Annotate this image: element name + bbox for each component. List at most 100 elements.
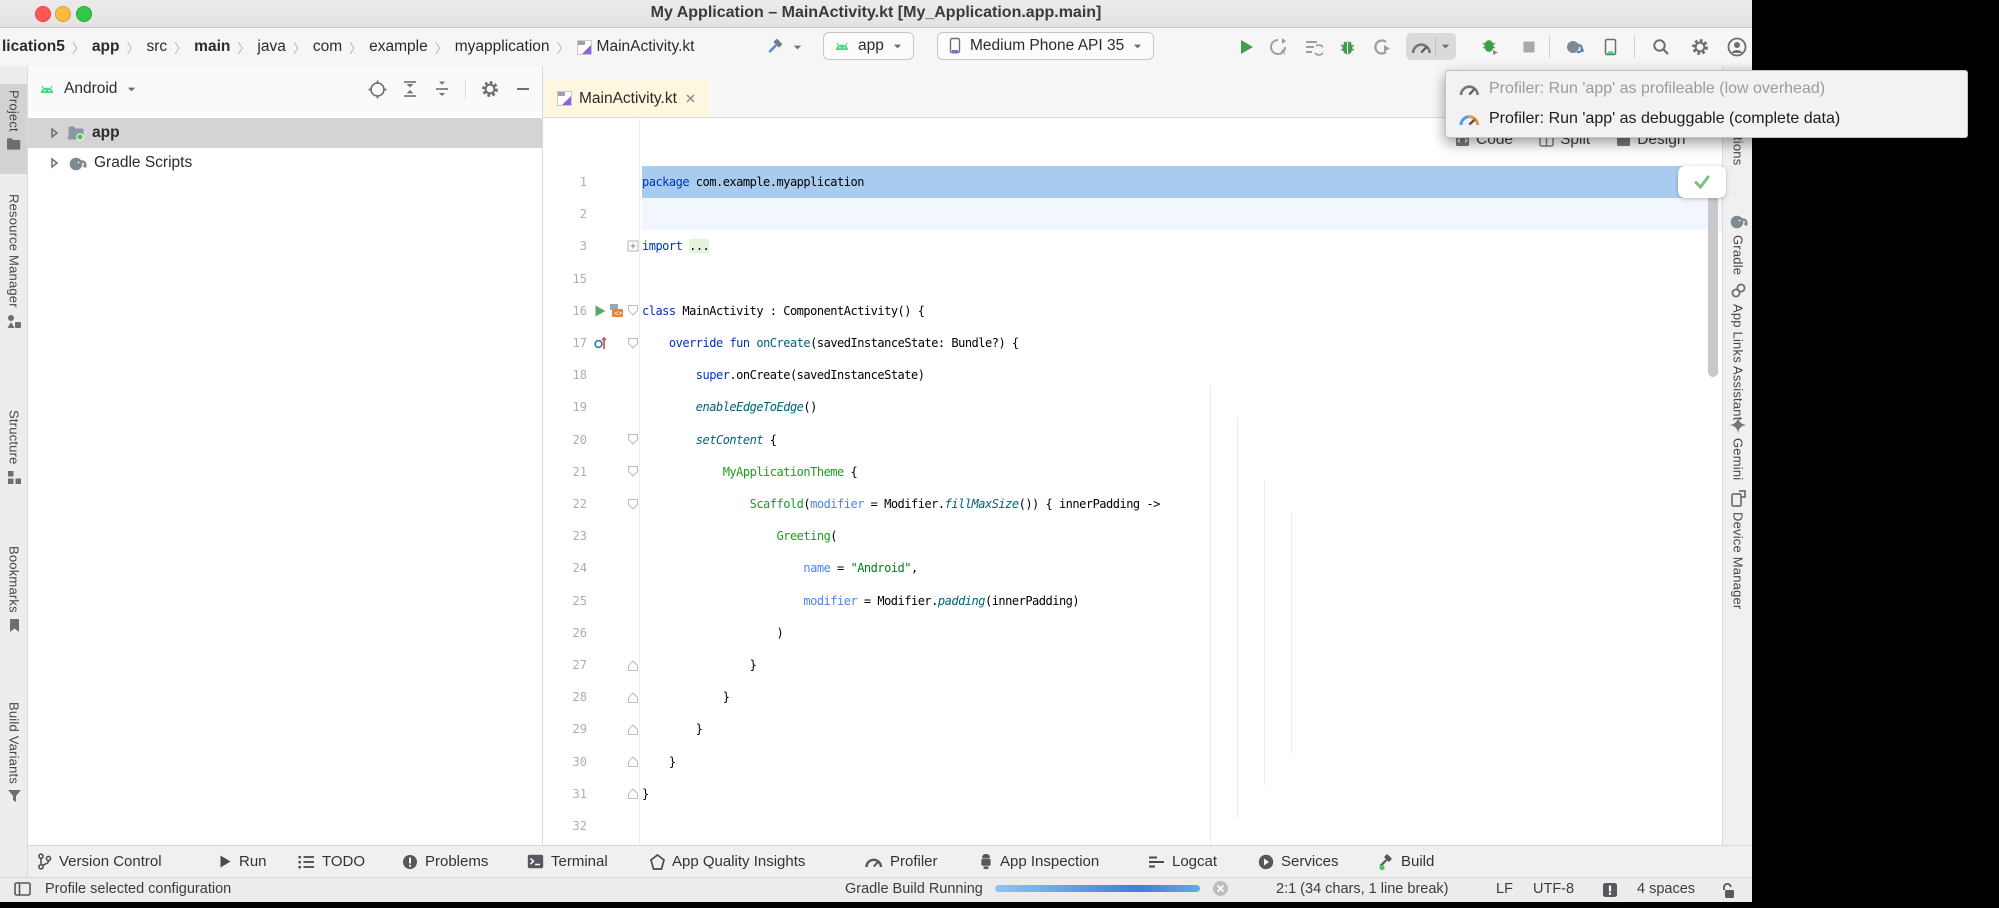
tool-window-button-app-inspection[interactable]: App Inspection bbox=[979, 846, 1099, 877]
fold-up-icon[interactable] bbox=[627, 659, 639, 672]
profiler-menu-item-0[interactable]: Profiler: Run 'app' as profileable (low … bbox=[1446, 74, 1967, 104]
breadcrumb-item[interactable]: app bbox=[92, 38, 120, 56]
indent-widget[interactable]: 4 spaces bbox=[1637, 881, 1695, 897]
run-with-coverage-icon[interactable] bbox=[1370, 35, 1394, 59]
profiler-chevron-down-icon[interactable] bbox=[1439, 40, 1452, 53]
fold-down-icon[interactable] bbox=[627, 465, 639, 478]
line-separator-widget[interactable]: LF bbox=[1496, 881, 1513, 897]
chevron-right-icon[interactable] bbox=[48, 157, 60, 169]
cancel-build-icon[interactable] bbox=[1212, 880, 1229, 897]
code-editor[interactable]: 1 package com.example.myapplication 2 3 … bbox=[543, 117, 1722, 845]
fold-down-icon[interactable] bbox=[627, 304, 639, 317]
breadcrumb-item[interactable]: example bbox=[369, 38, 428, 56]
code-line-3[interactable]: 3 import ... bbox=[543, 230, 1722, 262]
tool-window-button-todo[interactable]: TODO bbox=[298, 846, 365, 877]
device-select[interactable]: Medium Phone API 35 bbox=[937, 32, 1154, 60]
fold-up-icon[interactable] bbox=[627, 755, 639, 768]
account-icon[interactable] bbox=[1725, 35, 1749, 59]
code-line-23[interactable]: 23 Greeting( bbox=[543, 520, 1722, 552]
override-gutter-icon[interactable] bbox=[593, 335, 607, 351]
apply-code-changes-icon[interactable] bbox=[1301, 35, 1325, 59]
fold-plus-icon[interactable] bbox=[627, 240, 639, 252]
code-line-18[interactable]: 18 super.onCreate(savedInstanceState) bbox=[543, 359, 1722, 391]
breadcrumb-item[interactable]: src bbox=[146, 38, 167, 56]
gradle-sync-icon[interactable] bbox=[1562, 35, 1586, 59]
sidebar-item-gemini[interactable]: Gemini bbox=[1724, 417, 1752, 480]
sidebar-item-gradle[interactable]: Gradle bbox=[1724, 213, 1752, 275]
tool-window-button-terminal[interactable]: Terminal bbox=[527, 846, 608, 877]
code-line-25[interactable]: 25 modifier = Modifier.padding(innerPadd… bbox=[543, 585, 1722, 617]
fold-down-icon[interactable] bbox=[627, 433, 639, 446]
code-line-19[interactable]: 19 enableEdgeToEdge() bbox=[543, 391, 1722, 423]
close-tab-icon[interactable] bbox=[684, 92, 697, 105]
encoding-widget[interactable]: UTF-8 bbox=[1533, 881, 1574, 897]
code-line-2[interactable]: 2 bbox=[543, 198, 1722, 230]
breadcrumb-item[interactable]: com bbox=[313, 38, 342, 56]
hide-panel-icon[interactable] bbox=[514, 80, 532, 98]
panel-settings-icon[interactable] bbox=[480, 79, 500, 99]
tool-window-button-build[interactable]: Build bbox=[1376, 846, 1434, 877]
code-line-29[interactable]: 29 } bbox=[543, 713, 1722, 745]
fold-up-icon[interactable] bbox=[627, 787, 639, 800]
code-line-24[interactable]: 24 name = "Android", bbox=[543, 552, 1722, 584]
sidebar-item-build-variants[interactable]: Build Variants bbox=[0, 702, 28, 803]
debug-button[interactable] bbox=[1335, 35, 1359, 59]
fold-down-icon[interactable] bbox=[627, 498, 639, 511]
locate-file-icon[interactable] bbox=[368, 80, 387, 99]
attach-debugger-icon[interactable] bbox=[1478, 35, 1502, 59]
inspections-status-widget[interactable] bbox=[1678, 166, 1726, 198]
sidebar-item-bookmarks[interactable]: Bookmarks bbox=[0, 546, 28, 633]
stop-button[interactable] bbox=[1517, 35, 1541, 59]
build-chevron-down-icon[interactable] bbox=[790, 35, 804, 59]
breadcrumb-item[interactable]: main bbox=[194, 38, 230, 56]
tab-mainactivity[interactable]: MainActivity.kt bbox=[545, 80, 709, 117]
tree-item-gradle-scripts[interactable]: Gradle Scripts bbox=[28, 148, 542, 178]
profiler-button[interactable] bbox=[1406, 33, 1456, 60]
fold-down-icon[interactable] bbox=[627, 337, 639, 350]
code-line-21[interactable]: 21 MyApplicationTheme { bbox=[543, 456, 1722, 488]
run-button[interactable] bbox=[1234, 35, 1258, 59]
save-status-icon[interactable] bbox=[1602, 882, 1618, 898]
code-line-26[interactable]: 26 ) bbox=[543, 617, 1722, 649]
caret-position-widget[interactable]: 2:1 (34 chars, 1 line break) bbox=[1276, 881, 1448, 897]
tool-window-button-services[interactable]: Services bbox=[1258, 846, 1339, 877]
fold-up-icon[interactable] bbox=[627, 723, 639, 736]
build-hammer-icon[interactable] bbox=[762, 35, 786, 59]
run-configuration-select[interactable]: app bbox=[823, 32, 914, 60]
settings-icon[interactable] bbox=[1688, 35, 1712, 59]
layout-widget-icon[interactable] bbox=[14, 882, 31, 896]
tool-window-button-problems[interactable]: Problems bbox=[402, 846, 488, 877]
tool-window-button-run[interactable]: Run bbox=[218, 846, 267, 877]
code-line-22[interactable]: 22 Scaffold(modifier = Modifier.fillMaxS… bbox=[543, 488, 1722, 520]
apply-changes-restart-icon[interactable]: A bbox=[1266, 35, 1290, 59]
sidebar-item-project[interactable]: Project bbox=[0, 90, 28, 151]
tool-window-button-profiler[interactable]: Profiler bbox=[864, 846, 938, 877]
chevron-down-icon[interactable] bbox=[125, 83, 138, 96]
fold-up-icon[interactable] bbox=[627, 691, 639, 704]
profiler-menu-item-1[interactable]: Profiler: Run 'app' as debuggable (compl… bbox=[1446, 104, 1967, 134]
code-line-15[interactable]: 15 bbox=[543, 263, 1722, 295]
unlocked-icon[interactable] bbox=[1720, 882, 1736, 899]
code-line-17[interactable]: 17 override fun onCreate(savedInstanceSt… bbox=[543, 327, 1722, 359]
tool-window-button-app-quality-insights[interactable]: App Quality Insights bbox=[650, 846, 805, 877]
expand-all-icon[interactable] bbox=[401, 80, 419, 98]
breadcrumb-item[interactable]: lication5 bbox=[2, 38, 65, 56]
tree-item-app[interactable]: app bbox=[28, 118, 542, 148]
sidebar-item-app-links-assistant[interactable]: App Links Assistant bbox=[1724, 282, 1752, 421]
breadcrumb-item[interactable]: myapplication bbox=[455, 38, 550, 56]
code-line-32[interactable]: 32 bbox=[543, 810, 1722, 842]
collapse-all-icon[interactable] bbox=[433, 80, 451, 98]
code-line-20[interactable]: 20 setContent { bbox=[543, 424, 1722, 456]
code-line-27[interactable]: 27 } bbox=[543, 649, 1722, 681]
tool-window-button-version-control[interactable]: Version Control bbox=[37, 846, 162, 877]
code-line-1[interactable]: 1 package com.example.myapplication bbox=[543, 166, 1722, 198]
code-line-30[interactable]: 30 } bbox=[543, 746, 1722, 778]
sidebar-item-structure[interactable]: Structure bbox=[0, 410, 28, 485]
code-line-16[interactable]: 16 <> class MainActivity : ComponentActi… bbox=[543, 295, 1722, 327]
sidebar-item-device-manager[interactable]: Device Manager bbox=[1724, 490, 1752, 609]
code-line-31[interactable]: 31 } bbox=[543, 778, 1722, 810]
chevron-right-icon[interactable] bbox=[48, 127, 60, 139]
project-view-select[interactable]: Android bbox=[64, 80, 117, 98]
editor-scrollbar[interactable] bbox=[1708, 170, 1718, 377]
sidebar-item-resource-manager[interactable]: Resource Manager bbox=[0, 194, 28, 329]
